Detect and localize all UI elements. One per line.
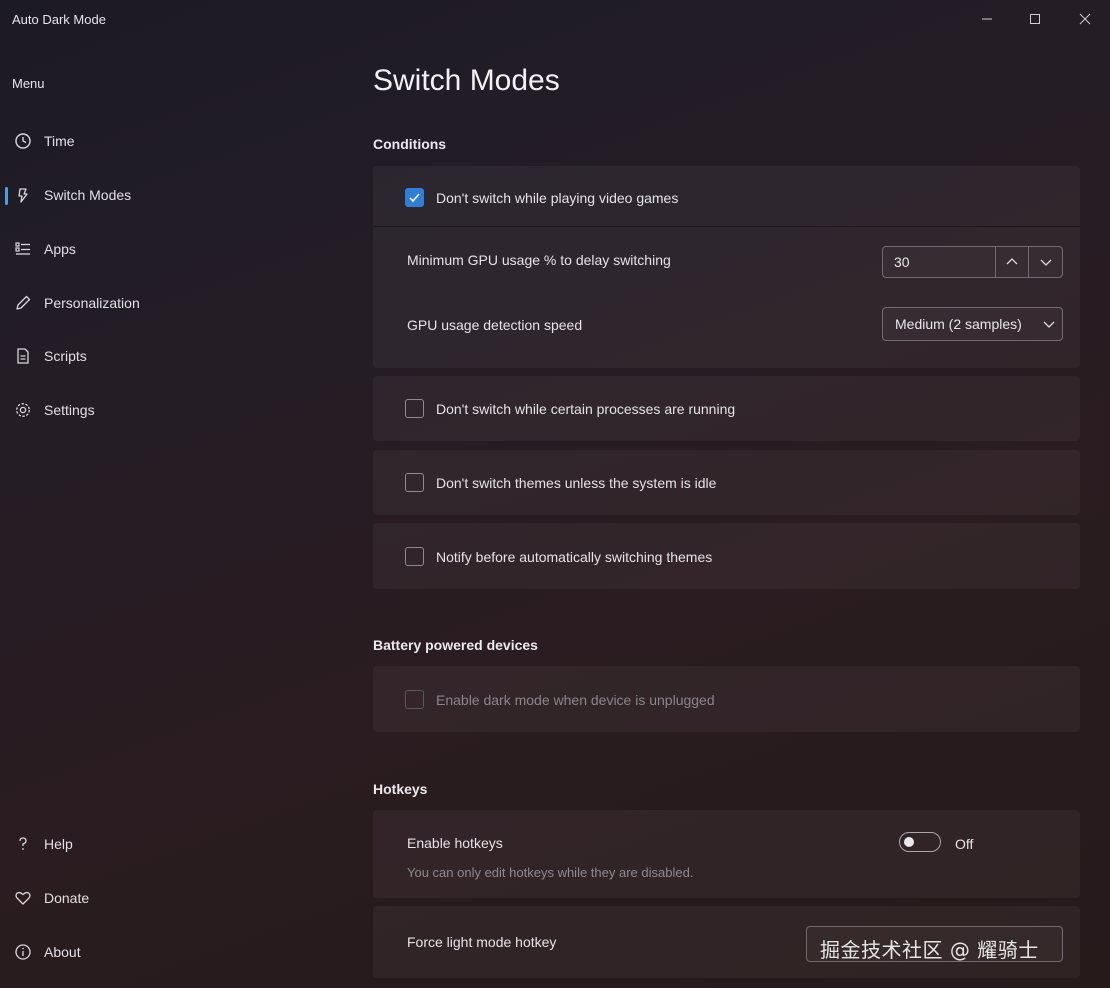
gpu-speed-dropdown[interactable]: Medium (2 samples) <box>882 307 1063 341</box>
chevron-down-icon <box>1036 317 1062 331</box>
processes-checkbox-row[interactable]: Don't switch while certain processes are… <box>405 399 735 418</box>
increment-button[interactable] <box>994 247 1029 277</box>
gpu-speed-label: GPU usage detection speed <box>407 317 583 333</box>
toggle-knob <box>904 837 914 847</box>
sidebar-item-settings[interactable]: Settings <box>0 392 340 428</box>
toggle-state-label: Off <box>955 836 974 852</box>
sidebar-item-label: Switch Modes <box>44 187 132 203</box>
unplugged-label: Enable dark mode when device is unplugge… <box>436 691 715 708</box>
section-title-hotkeys: Hotkeys <box>373 781 428 797</box>
sidebar-item-help[interactable]: Help <box>0 826 340 862</box>
script-file-icon <box>13 346 33 366</box>
idle-checkbox-row[interactable]: Don't switch themes unless the system is… <box>405 473 716 492</box>
sidebar-item-label: Apps <box>44 241 76 257</box>
card-divider <box>373 226 1080 227</box>
gpu-usage-value[interactable]: 30 <box>883 247 995 277</box>
notify-checkbox[interactable] <box>405 547 424 566</box>
sidebar-item-about[interactable]: About <box>0 934 340 970</box>
sidebar-item-label: Time <box>44 133 75 149</box>
sidebar: Menu Time Switch Modes Apps Personalizat… <box>0 40 350 988</box>
video-games-checkbox-row[interactable]: Don't switch while playing video games <box>405 188 678 207</box>
enable-hotkeys-card <box>373 810 1080 898</box>
sidebar-item-scripts[interactable]: Scripts <box>0 338 340 374</box>
idle-checkbox[interactable] <box>405 473 424 492</box>
sidebar-item-label: Scripts <box>44 348 87 364</box>
enable-hotkeys-label: Enable hotkeys <box>407 835 503 851</box>
sidebar-item-label: Help <box>44 836 73 852</box>
menu-label: Menu <box>12 76 45 91</box>
sidebar-item-time[interactable]: Time <box>0 123 340 159</box>
notify-card: Notify before automatically switching th… <box>373 523 1080 589</box>
force-light-label: Force light mode hotkey <box>407 934 557 950</box>
main-content: Switch Modes Conditions Don't switch whi… <box>373 0 1081 988</box>
sidebar-item-personalization[interactable]: Personalization <box>0 285 340 321</box>
apps-list-icon <box>13 239 33 259</box>
checkmark-icon <box>409 193 420 203</box>
notify-checkbox-row[interactable]: Notify before automatically switching th… <box>405 547 712 566</box>
switch-modes-icon <box>13 185 33 205</box>
sidebar-item-apps[interactable]: Apps <box>0 231 340 267</box>
idle-card: Don't switch themes unless the system is… <box>373 450 1080 515</box>
question-icon <box>13 834 33 854</box>
processes-card: Don't switch while certain processes are… <box>373 376 1080 441</box>
sidebar-item-label: About <box>44 944 81 960</box>
idle-label: Don't switch themes unless the system is… <box>436 474 717 491</box>
sidebar-item-donate[interactable]: Donate <box>0 880 340 916</box>
video-games-checkbox[interactable] <box>405 188 424 207</box>
enable-hotkeys-toggle[interactable] <box>899 832 941 852</box>
notify-label: Notify before automatically switching th… <box>436 548 713 565</box>
gpu-speed-value: Medium (2 samples) <box>895 316 1022 332</box>
processes-label: Don't switch while certain processes are… <box>436 400 736 417</box>
clock-icon <box>13 131 33 151</box>
heart-icon <box>13 888 33 908</box>
info-icon <box>13 942 33 962</box>
chevron-down-icon <box>1040 259 1052 266</box>
video-games-label: Don't switch while playing video games <box>436 189 679 206</box>
decrement-button[interactable] <box>1028 247 1062 277</box>
sidebar-item-label: Personalization <box>44 295 140 311</box>
sidebar-item-label: Settings <box>44 402 95 418</box>
section-title-battery: Battery powered devices <box>373 637 538 653</box>
pen-icon <box>13 293 33 313</box>
battery-card: Enable dark mode when device is unplugge… <box>373 666 1080 732</box>
gear-icon <box>13 400 33 420</box>
gpu-usage-label: Minimum GPU usage % to delay switching <box>407 252 671 268</box>
gpu-usage-stepper[interactable]: 30 <box>882 246 1063 278</box>
unplugged-checkbox <box>405 690 424 709</box>
sidebar-item-label: Donate <box>44 890 90 906</box>
processes-checkbox[interactable] <box>405 399 424 418</box>
sidebar-item-switch-modes[interactable]: Switch Modes <box>0 177 340 213</box>
page-title: Switch Modes <box>373 64 560 97</box>
unplugged-checkbox-row: Enable dark mode when device is unplugge… <box>405 690 715 709</box>
chevron-up-icon <box>1006 258 1018 265</box>
app-title: Auto Dark Mode <box>12 12 106 27</box>
section-title-conditions: Conditions <box>373 136 447 152</box>
enable-hotkeys-description: You can only edit hotkeys while they are… <box>407 865 694 880</box>
watermark: 掘金技术社区 @ 耀骑士 <box>820 938 1039 962</box>
